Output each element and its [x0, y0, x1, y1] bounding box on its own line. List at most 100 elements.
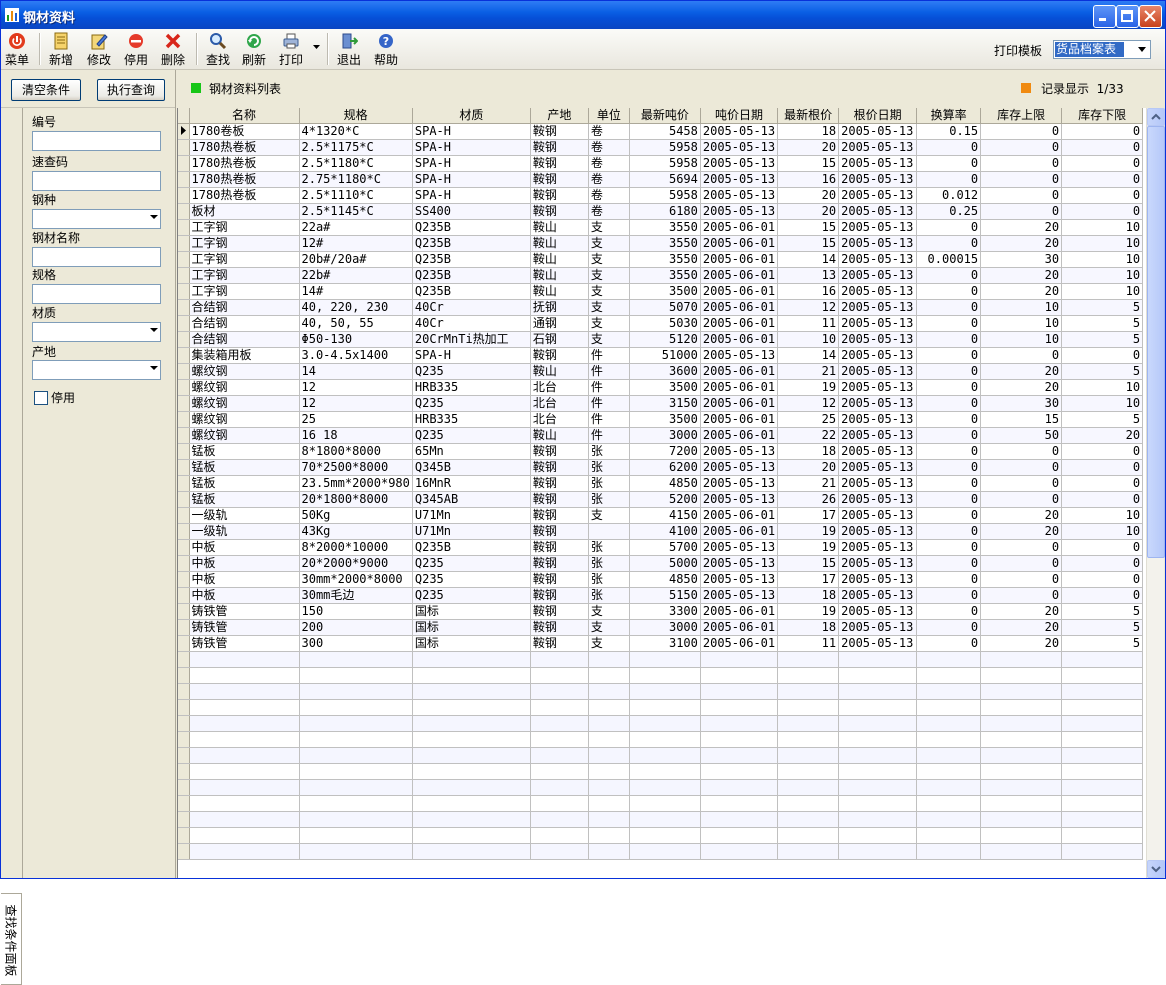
table-cell[interactable]: 0 [916, 459, 982, 476]
table-cell[interactable]: 0.012 [916, 187, 982, 204]
table-cell[interactable]: Q235B [412, 235, 531, 252]
table-cell[interactable]: 北台 [530, 395, 589, 412]
table-cell[interactable]: 3550 [629, 251, 701, 268]
table-cell[interactable]: 5120 [629, 331, 701, 348]
table-cell[interactable]: 20CrMnTi热加工 [412, 331, 531, 348]
quick-code-input[interactable] [32, 171, 161, 191]
table-cell[interactable]: U71Mn [412, 523, 531, 540]
table-cell[interactable]: 合结钢 [189, 299, 300, 316]
table-cell[interactable]: 22a# [299, 219, 413, 236]
disabled-checkbox[interactable] [34, 391, 48, 405]
table-cell[interactable]: 5 [1061, 299, 1144, 316]
table-cell[interactable]: 鞍钢 [530, 171, 589, 188]
table-cell[interactable]: 通钢 [530, 315, 589, 332]
clear-conditions-button[interactable]: 清空条件 [11, 79, 81, 101]
table-cell[interactable]: 2005-05-13 [700, 587, 779, 604]
table-cell[interactable]: 5000 [629, 555, 701, 572]
table-cell[interactable]: 3300 [629, 603, 701, 620]
table-cell[interactable]: Q235B [412, 219, 531, 236]
table-row[interactable]: 一级轨 50Kg U71Mn 鞍钢支 4150 2005-06-01 17 2005-05-1… [178, 507, 1144, 524]
table-cell[interactable]: 25 [777, 411, 840, 428]
table-row[interactable]: 工字钢 20b#/20a# Q235B 鞍山支 3550 2005-06-01 14 2005… [178, 251, 1144, 268]
table-cell[interactable]: 鞍钢 [530, 347, 589, 364]
table-cell[interactable]: 张 [588, 475, 630, 492]
table-cell[interactable]: 2005-05-13 [838, 539, 918, 556]
table-cell[interactable]: 中板 [189, 539, 300, 556]
table-cell[interactable]: 鞍钢 [530, 187, 589, 204]
disable-button[interactable]: 停用 [121, 32, 151, 67]
material-select[interactable] [32, 322, 161, 342]
column-header[interactable]: 根价日期 [838, 108, 918, 124]
table-row[interactable]: 铸铁管 200 国标 鞍钢支 3000 2005-06-01 18 2005-05-13 0 20… [178, 619, 1144, 636]
table-cell[interactable]: 0 [916, 587, 982, 604]
table-cell[interactable]: 0 [980, 491, 1063, 508]
find-condition-panel-tab[interactable]: 查找条件面板 [1, 893, 22, 985]
table-cell[interactable]: 0 [916, 363, 982, 380]
spec-input[interactable] [32, 284, 161, 304]
table-cell[interactable]: 0 [916, 235, 982, 252]
table-cell[interactable]: 0 [980, 203, 1063, 220]
table-cell[interactable]: 2005-05-13 [838, 459, 918, 476]
table-cell[interactable]: 51000 [629, 347, 701, 364]
table-cell[interactable]: 18 [777, 123, 840, 140]
table-cell[interactable]: 2005-05-13 [838, 251, 918, 268]
table-cell[interactable]: 20 [1061, 427, 1144, 444]
table-row[interactable]: 工字钢 22a# Q235B 鞍山支 3550 2005-06-01 15 2005-05-1… [178, 219, 1144, 236]
table-row[interactable]: 一级轨 43Kg U71Mn 鞍钢 4100 2005-06-01 19 2005-05-13… [178, 523, 1144, 540]
table-cell[interactable]: 螺纹钢 [189, 379, 300, 396]
table-cell[interactable]: 5 [1061, 635, 1144, 652]
table-cell[interactable]: 鞍钢 [530, 555, 589, 572]
table-cell[interactable]: 20 [980, 635, 1063, 652]
table-cell[interactable]: 张 [588, 587, 630, 604]
table-row[interactable]: 1780热卷板 2.5*1180*C SPA-H 鞍钢卷 5958 2005-05-13 1… [178, 155, 1144, 172]
table-cell[interactable]: 0 [916, 411, 982, 428]
table-cell[interactable]: 铸铁管 [189, 603, 300, 620]
table-cell[interactable]: 2005-06-01 [700, 315, 779, 332]
table-cell[interactable]: 抚钢 [530, 299, 589, 316]
table-cell[interactable]: 2005-05-13 [700, 171, 779, 188]
print-button[interactable]: 打印 [276, 32, 306, 67]
table-cell[interactable]: Q235 [412, 363, 531, 380]
table-cell[interactable]: 14 [299, 363, 413, 380]
table-cell[interactable]: 2005-05-13 [700, 571, 779, 588]
table-cell[interactable]: 0 [916, 379, 982, 396]
table-cell[interactable]: 10 [1061, 379, 1144, 396]
table-cell[interactable]: 国标 [412, 619, 531, 636]
table-cell[interactable]: 2005-05-13 [700, 443, 779, 460]
table-cell[interactable]: 件 [588, 363, 630, 380]
table-cell[interactable]: 2005-05-13 [838, 395, 918, 412]
table-cell[interactable]: 3.0-4.5x1400 [299, 347, 413, 364]
table-cell[interactable]: 18 [777, 619, 840, 636]
table-row[interactable]: 锰板 23.5mm*2000*980 16MnR 鞍钢张 4850 2005-05-13 2… [178, 475, 1144, 492]
table-cell[interactable]: 1780热卷板 [189, 139, 300, 156]
table-cell[interactable]: 3000 [629, 619, 701, 636]
table-cell[interactable]: 12 [299, 379, 413, 396]
table-cell[interactable]: 支 [588, 603, 630, 620]
table-cell[interactable]: 支 [588, 299, 630, 316]
table-cell[interactable]: 11 [777, 315, 840, 332]
close-button[interactable] [1139, 5, 1162, 28]
table-cell[interactable]: 0 [916, 347, 982, 364]
table-row[interactable]: 锰板 8*1800*8000 65Mn 鞍钢张 7200 2005-05-13 18 2005… [178, 443, 1144, 460]
table-cell[interactable]: 5958 [629, 139, 701, 156]
table-cell[interactable]: 2005-05-13 [700, 555, 779, 572]
table-cell[interactable]: 0 [1061, 123, 1144, 140]
table-cell[interactable]: 2005-05-13 [838, 379, 918, 396]
table-cell[interactable]: 50Kg [299, 507, 413, 524]
table-cell[interactable]: 2005-05-13 [838, 411, 918, 428]
table-cell[interactable]: U71Mn [412, 507, 531, 524]
table-row[interactable]: 螺纹钢 12 HRB335 北台件 3500 2005-06-01 19 2005-05-13… [178, 379, 1144, 396]
add-button[interactable]: 新增 [46, 32, 76, 67]
table-cell[interactable]: 2005-05-13 [838, 283, 918, 300]
table-cell[interactable]: 40, 50, 55 [299, 315, 413, 332]
table-cell[interactable]: 鞍钢 [530, 571, 589, 588]
table-cell[interactable]: 0 [916, 491, 982, 508]
table-cell[interactable]: 2005-05-13 [838, 523, 918, 540]
table-row[interactable]: 1780热卷板 2.75*1180*C SPA-H 鞍钢卷 5694 2005-05-13… [178, 171, 1144, 188]
table-cell[interactable]: 20 [980, 235, 1063, 252]
table-cell[interactable]: 4850 [629, 475, 701, 492]
table-cell[interactable]: 70*2500*8000 [299, 459, 413, 476]
table-cell[interactable]: 支 [588, 235, 630, 252]
table-row[interactable]: 集装箱用板 3.0-4.5x1400 SPA-H 鞍钢件 51000 2005-05-13… [178, 347, 1144, 364]
table-cell[interactable]: 铸铁管 [189, 635, 300, 652]
